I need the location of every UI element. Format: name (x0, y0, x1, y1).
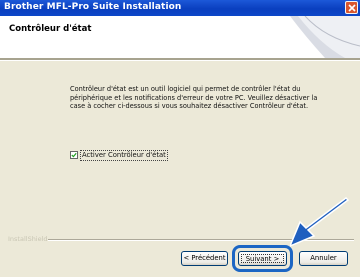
checkmark-icon (71, 152, 77, 158)
installer-window: Brother MFL-Pro Suite Installation Contr… (0, 0, 360, 277)
page-title: Contrôleur d'état (9, 24, 92, 34)
arrow-pointer-icon (290, 197, 350, 247)
cancel-button[interactable]: Annuler (299, 251, 348, 266)
close-icon (348, 4, 356, 12)
wizard-header: Contrôleur d'état (0, 16, 360, 58)
header-separator (0, 58, 360, 61)
checkbox-label[interactable]: Activer Contrôleur d'état (80, 150, 168, 161)
installshield-brand: InstallShield (8, 235, 48, 243)
enable-status-monitor-checkbox[interactable] (70, 151, 78, 159)
window-title: Brother MFL-Pro Suite Installation (4, 2, 182, 12)
next-button-highlight (232, 245, 293, 272)
close-button[interactable] (345, 1, 358, 14)
previous-button[interactable]: < Précédent (181, 251, 228, 266)
description-text: Contrôleur d'état est un outil logiciel … (70, 85, 318, 111)
header-decoration-icon (290, 16, 360, 58)
title-bar: Brother MFL-Pro Suite Installation (0, 0, 360, 16)
